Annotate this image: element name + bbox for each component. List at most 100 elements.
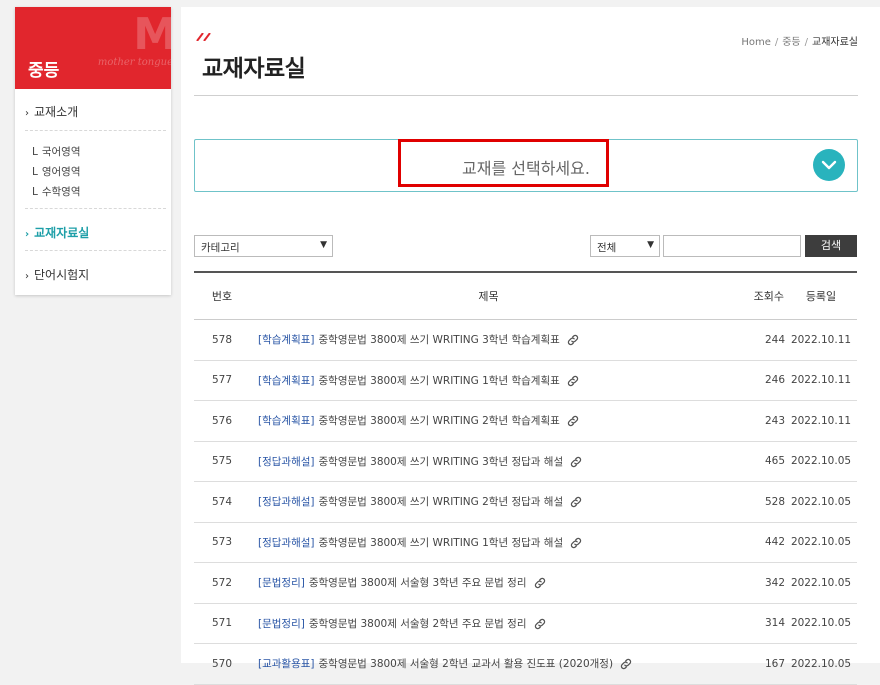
selector-toggle-button[interactable] <box>813 149 845 181</box>
row-subject[interactable]: [교과활용표] 중학영문법 3800제 서술형 2학년 교과서 활용 진도표 (2… <box>250 643 727 685</box>
link-icon[interactable] <box>533 617 547 631</box>
search-scope-select[interactable]: 전체 ▼ <box>590 235 660 257</box>
link-icon[interactable] <box>533 576 547 590</box>
row-subject[interactable]: [학습계획표] 중학영문법 3800제 쓰기 WRITING 1학년 학습계획표 <box>250 360 727 401</box>
row-date: 2022.10.05 <box>785 603 857 644</box>
row-date: 2022.10.05 <box>785 522 857 563</box>
table-row[interactable]: 572 [문법정리] 중학영문법 3800제 서술형 3학년 주요 문법 정리 342… <box>194 562 857 604</box>
row-views: 442 <box>727 522 785 563</box>
search-input[interactable] <box>663 235 801 257</box>
col-header-no: 번호 <box>194 272 250 320</box>
sidebar-header: M mother tongue 중등 <box>15 7 171 89</box>
row-title[interactable]: 중학영문법 3800제 쓰기 WRITING 2학년 정답과 해설 <box>319 496 564 508</box>
row-category[interactable]: [정답과해설] <box>258 537 315 549</box>
brand-watermark-sub: mother tongue <box>97 57 171 68</box>
row-title[interactable]: 중학영문법 3800제 서술형 3학년 주요 문법 정리 <box>309 577 527 589</box>
page-title: 교재자료실 <box>202 56 306 82</box>
breadcrumb-middle[interactable]: 중등 <box>782 37 800 48</box>
divider <box>25 130 166 131</box>
row-views: 244 <box>727 319 785 361</box>
row-category[interactable]: [문법정리] <box>258 618 305 630</box>
sidebar-item-word-test[interactable]: › 단어시험지 <box>25 266 89 283</box>
table-row[interactable]: 574 [정답과해설] 중학영문법 3800제 쓰기 WRITING 2학년 정답과… <box>194 481 857 523</box>
row-number: 577 <box>194 360 250 401</box>
textbook-selector[interactable]: 교재를 선택하세요. <box>194 139 858 192</box>
chevron-down-icon: ▼ <box>320 240 327 250</box>
row-category[interactable]: [학습계획표] <box>258 334 315 346</box>
row-title[interactable]: 중학영문법 3800제 쓰기 WRITING 3학년 학습계획표 <box>319 334 560 346</box>
row-category[interactable]: [정답과해설] <box>258 496 315 508</box>
main-panel: 교재자료실 Home / 중등 / 교재자료실 교재를 선택하세요. 카테고리 ▼ 전체… <box>181 7 880 685</box>
table-row[interactable]: 578 [학습계획표] 중학영문법 3800제 쓰기 WRITING 3학년 학습계… <box>194 319 857 361</box>
brand-watermark: M <box>133 9 171 60</box>
col-header-subject: 제목 <box>250 272 727 320</box>
row-subject[interactable]: [정답과해설] 중학영문법 3800제 쓰기 WRITING 2학년 정답과 해설 <box>250 481 727 523</box>
sidebar-item-label: 교재소개 <box>34 105 79 119</box>
table-row[interactable]: 577 [학습계획표] 중학영문법 3800제 쓰기 WRITING 1학년 학습계… <box>194 360 857 401</box>
row-number: 574 <box>194 481 250 523</box>
col-header-views: 조회수 <box>727 272 785 320</box>
link-icon[interactable] <box>566 374 580 388</box>
sidebar-subitem-label: 수학영역 <box>41 186 81 198</box>
table-row[interactable]: 570 [교과활용표] 중학영문법 3800제 서술형 2학년 교과서 활용 진도표… <box>194 643 857 685</box>
sidebar-subitem-korean[interactable]: L 국어영역 <box>32 144 81 159</box>
row-title[interactable]: 중학영문법 3800제 쓰기 WRITING 2학년 학습계획표 <box>319 415 560 427</box>
table-row[interactable]: 576 [학습계획표] 중학영문법 3800제 쓰기 WRITING 2학년 학습계… <box>194 400 857 442</box>
row-views: 465 <box>727 441 785 482</box>
sidebar-subitem-label: 영어영역 <box>41 166 81 178</box>
divider <box>25 208 166 209</box>
sidebar-item-label: 단어시험지 <box>34 268 90 282</box>
row-title[interactable]: 중학영문법 3800제 서술형 2학년 교과서 활용 진도표 (2020개정) <box>319 658 614 670</box>
row-subject[interactable]: [문법정리] 중학영문법 3800제 서술형 3학년 주요 문법 정리 <box>250 562 727 604</box>
row-title[interactable]: 중학영문법 3800제 쓰기 WRITING 3학년 정답과 해설 <box>319 456 564 468</box>
chevron-down-icon: ▼ <box>647 240 654 250</box>
sidebar-subitem-math[interactable]: L 수학영역 <box>32 184 81 199</box>
link-icon[interactable] <box>619 657 633 671</box>
sidebar-item-resources[interactable]: › 교재자료실 <box>25 224 89 241</box>
row-title[interactable]: 중학영문법 3800제 쓰기 WRITING 1학년 정답과 해설 <box>319 537 564 549</box>
chevron-down-icon <box>821 160 837 170</box>
sidebar-subitem-english[interactable]: L 영어영역 <box>32 164 81 179</box>
row-category[interactable]: [교과활용표] <box>258 658 315 670</box>
row-subject[interactable]: [정답과해설] 중학영문법 3800제 쓰기 WRITING 3학년 정답과 해설 <box>250 441 727 482</box>
row-subject[interactable]: [문법정리] 중학영문법 3800제 서술형 2학년 주요 문법 정리 <box>250 603 727 644</box>
link-icon[interactable] <box>569 536 583 550</box>
link-icon[interactable] <box>566 414 580 428</box>
row-category[interactable]: [정답과해설] <box>258 456 315 468</box>
row-date: 2022.10.11 <box>785 360 857 401</box>
row-views: 342 <box>727 562 785 604</box>
row-subject[interactable]: [학습계획표] 중학영문법 3800제 쓰기 WRITING 3학년 학습계획표 <box>250 319 727 361</box>
chevron-right-icon: › <box>25 271 29 282</box>
divider <box>25 250 166 251</box>
breadcrumb-home[interactable]: Home <box>741 37 771 48</box>
search-button[interactable]: 검색 <box>805 235 857 257</box>
row-category[interactable]: [학습계획표] <box>258 375 315 387</box>
sidebar-item-label: 교재자료실 <box>34 226 90 240</box>
link-icon[interactable] <box>569 455 583 469</box>
row-title[interactable]: 중학영문법 3800제 서술형 2학년 주요 문법 정리 <box>309 618 527 630</box>
col-header-date: 등록일 <box>785 272 857 320</box>
chevron-right-icon: › <box>25 108 29 119</box>
table-row[interactable]: 571 [문법정리] 중학영문법 3800제 서술형 2학년 주요 문법 정리 314… <box>194 603 857 644</box>
chevron-right-icon: › <box>25 229 30 240</box>
row-subject[interactable]: [학습계획표] 중학영문법 3800제 쓰기 WRITING 2학년 학습계획표 <box>250 400 727 442</box>
row-views: 167 <box>727 643 785 685</box>
sidebar: M mother tongue 중등 › 교재소개 L 국어영역 L 영어영역 L 수학… <box>15 7 171 295</box>
category-select[interactable]: 카테고리 ▼ <box>194 235 333 257</box>
table-row[interactable]: 575 [정답과해설] 중학영문법 3800제 쓰기 WRITING 3학년 정답과… <box>194 441 857 482</box>
row-category[interactable]: [문법정리] <box>258 577 305 589</box>
row-number: 570 <box>194 643 250 685</box>
row-views: 246 <box>727 360 785 401</box>
row-category[interactable]: [학습계획표] <box>258 415 315 427</box>
row-date: 2022.10.05 <box>785 562 857 604</box>
category-select-value: 카테고리 <box>201 242 240 254</box>
link-icon[interactable] <box>566 333 580 347</box>
row-title[interactable]: 중학영문법 3800제 쓰기 WRITING 1학년 학습계획표 <box>319 375 560 387</box>
row-views: 314 <box>727 603 785 644</box>
link-icon[interactable] <box>569 495 583 509</box>
sidebar-item-textbook-intro[interactable]: › 교재소개 <box>25 103 78 120</box>
table-row[interactable]: 573 [정답과해설] 중학영문법 3800제 쓰기 WRITING 1학년 정답과… <box>194 522 857 563</box>
row-date: 2022.10.11 <box>785 400 857 442</box>
row-subject[interactable]: [정답과해설] 중학영문법 3800제 쓰기 WRITING 1학년 정답과 해설 <box>250 522 727 563</box>
search-scope-value: 전체 <box>597 242 617 254</box>
